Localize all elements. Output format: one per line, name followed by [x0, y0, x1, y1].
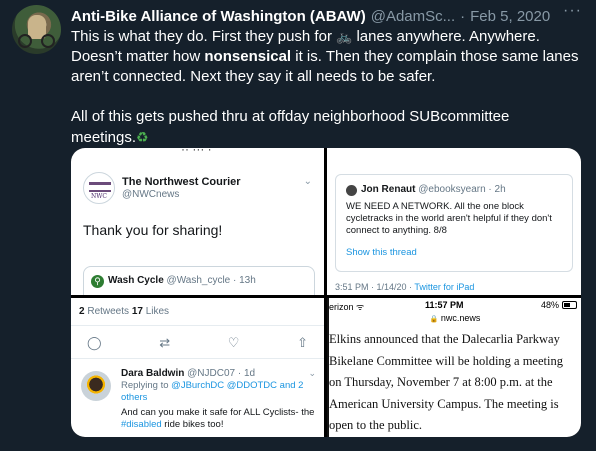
divider: [71, 358, 324, 359]
embedded-meta: @ebooksyearn · 2h: [415, 184, 506, 195]
media-image-3[interactable]: 2 Retweets 17 Likes ◯ ⇄ ♡ ⇧ Dara Baldwin…: [71, 298, 324, 437]
bike-icon: ⚲: [91, 275, 104, 288]
chevron-down-icon: ⌄: [308, 368, 316, 378]
grid-divider: [324, 148, 327, 437]
battery-percent: 48%: [540, 300, 559, 310]
clock: 11:57 PM: [425, 300, 464, 310]
user-handle[interactable]: @AdamSc...: [371, 8, 455, 25]
replying-to: Replying to @JBurchDC @DDOTDC and 2 othe…: [121, 380, 316, 404]
source-link: Twitter for iPad: [414, 282, 475, 292]
hashtag: #disabled: [121, 419, 162, 430]
quoted-meta: @Wash_cycle · 13h: [163, 275, 256, 286]
divider: [71, 325, 324, 326]
more-options-icon[interactable]: ···: [563, 2, 582, 20]
retweet-icon: ⇄: [159, 335, 171, 350]
battery-icon: [562, 301, 577, 309]
engagement-stats: 2 Retweets 17 Likes: [79, 306, 169, 317]
like-label: Likes: [142, 306, 170, 317]
replying-prefix: Replying to: [121, 380, 172, 391]
show-thread-link: Show this thread: [346, 247, 417, 258]
article-line: on Thursday, November 7 at 8:00 p.m. at …: [329, 375, 553, 389]
media-image-1[interactable]: ·· ··· · NWC The Northwest Courier @NWCn…: [71, 148, 324, 295]
reply-name: Dara Baldwin: [121, 368, 185, 379]
profile-avatar[interactable]: [12, 5, 61, 54]
quoted-name: Wash Cycle: [108, 275, 164, 286]
tweet-text-segment: This is what they do. First they push fo…: [71, 28, 337, 45]
embedded-timestamp: 3:51 PM · 1/14/20 · Twitter for iPad: [335, 282, 474, 292]
article-line: American University Campus. The meeting …: [329, 396, 559, 411]
chevron-down-icon: ⌄: [303, 176, 312, 187]
recycle-icon: ♻: [136, 129, 149, 145]
account-name: The Northwest Courier: [122, 176, 241, 188]
retweet-label: Retweets: [84, 306, 132, 317]
share-icon: ⇧: [297, 335, 308, 350]
quoted-account: Wash Cycle @Wash_cycle · 13h: [108, 275, 256, 286]
tweet-media-grid[interactable]: ·· ··· · NWC The Northwest Courier @NWCn…: [71, 148, 581, 437]
bike-icon: 🚲: [336, 29, 353, 44]
reply-text-segment: And can you make it safe for ALL Cyclist…: [121, 407, 315, 418]
article-line: Elkins announced that the Dalecarlia Par…: [329, 332, 560, 346]
timestamp-text: 3:51 PM · 1/14/20 ·: [335, 282, 415, 292]
like-count: 17: [131, 306, 143, 317]
article-text: Elkins announced that the Dalecarlia Par…: [329, 329, 581, 437]
phone-status-bar: erizon ᯤ 11:57 PM 48%: [329, 298, 581, 312]
tweet-date[interactable]: Feb 5, 2020: [470, 8, 550, 25]
reply-meta: @NJDC07 · 1d: [184, 368, 256, 379]
cropped-text: ·· ··· ·: [181, 148, 212, 156]
embedded-name: Jon Renaut: [361, 184, 416, 195]
tweet-bold-word: nonsensical: [204, 48, 292, 65]
reply-text-segment: ride bikes too!: [161, 419, 224, 430]
action-bar: ◯ ⇄ ♡ ⇧: [87, 335, 308, 351]
avatar: [346, 185, 357, 196]
reply-text: Thank you for sharing!: [83, 222, 223, 238]
separator-dot: ·: [460, 7, 466, 25]
tweet-paragraph: All of this gets pushed thru at offday n…: [71, 107, 586, 148]
account-handle: @NWCnews: [122, 189, 180, 200]
carrier-label: erizon ᯤ: [329, 302, 365, 312]
building-icon: [89, 182, 111, 192]
media-image-4[interactable]: erizon ᯤ 11:57 PM 48% 🔒 nwc.news Elkins …: [327, 298, 581, 437]
avatar-wheel: [18, 34, 32, 48]
tweet-paragraph: This is what they do. First they push fo…: [71, 27, 586, 87]
reply-author: Dara Baldwin @NJDC07 · 1d: [121, 368, 255, 379]
tweet-text: This is what they do. First they push fo…: [71, 27, 586, 168]
nwc-logo: NWC: [83, 172, 115, 204]
tweet-header: Anti-Bike Alliance of Washington (ABAW) …: [71, 2, 582, 26]
embedded-tweet-card: Jon Renaut @ebooksyearn · 2h WE NEED A N…: [335, 174, 573, 272]
article-line: open to the public.: [329, 418, 423, 432]
media-image-2[interactable]: Jon Renaut @ebooksyearn · 2h WE NEED A N…: [327, 148, 581, 295]
quoted-tweet: ⚲ Wash Cycle @Wash_cycle · 13h: [83, 266, 315, 295]
embedded-text: WE NEED A NETWORK. All the one block cyc…: [346, 201, 552, 236]
reply-icon: ◯: [87, 335, 102, 350]
like-icon: ♡: [227, 335, 240, 350]
url-bar: 🔒 nwc.news: [329, 313, 581, 323]
embedded-author: Jon Renaut @ebooksyearn · 2h: [361, 184, 506, 195]
logo-text: NWC: [91, 193, 108, 200]
display-name[interactable]: Anti-Bike Alliance of Washington (ABAW): [71, 8, 366, 25]
avatar-wheel: [41, 34, 55, 48]
avatar: [81, 371, 111, 401]
article-line: Bikelane Committee will be holding a mee…: [329, 353, 563, 368]
reply-body: And can you make it safe for ALL Cyclist…: [121, 407, 321, 431]
url-text: nwc.news: [438, 313, 481, 323]
